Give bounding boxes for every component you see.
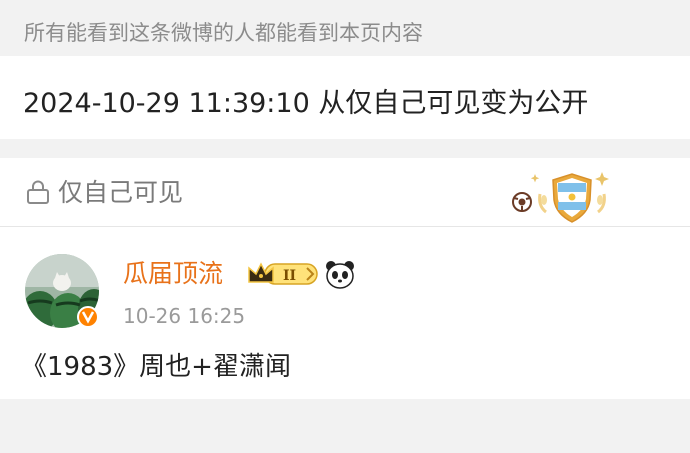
crown-badge-level: II (283, 268, 296, 284)
change-log-text: 2024-10-29 11:39:10 从仅自己可见变为公开 (23, 88, 589, 119)
username-link[interactable]: 瓜届顶流 (123, 259, 223, 289)
argentina-football-badge-icon (512, 172, 609, 223)
post-timestamp: 10-26 16:25 (123, 304, 246, 328)
visibility-status-label: 仅自己可见 (58, 178, 184, 207)
visibility-notice-text: 所有能看到这条微博的人都能看到本页内容 (24, 21, 423, 45)
crown-rank-badge-icon[interactable]: II (245, 259, 321, 289)
panda-icon (326, 261, 354, 289)
user-avatar[interactable] (24, 253, 100, 329)
lock-icon (27, 180, 49, 204)
post-content-text[interactable]: 《1983》周也+翟潇闻 (21, 351, 291, 383)
